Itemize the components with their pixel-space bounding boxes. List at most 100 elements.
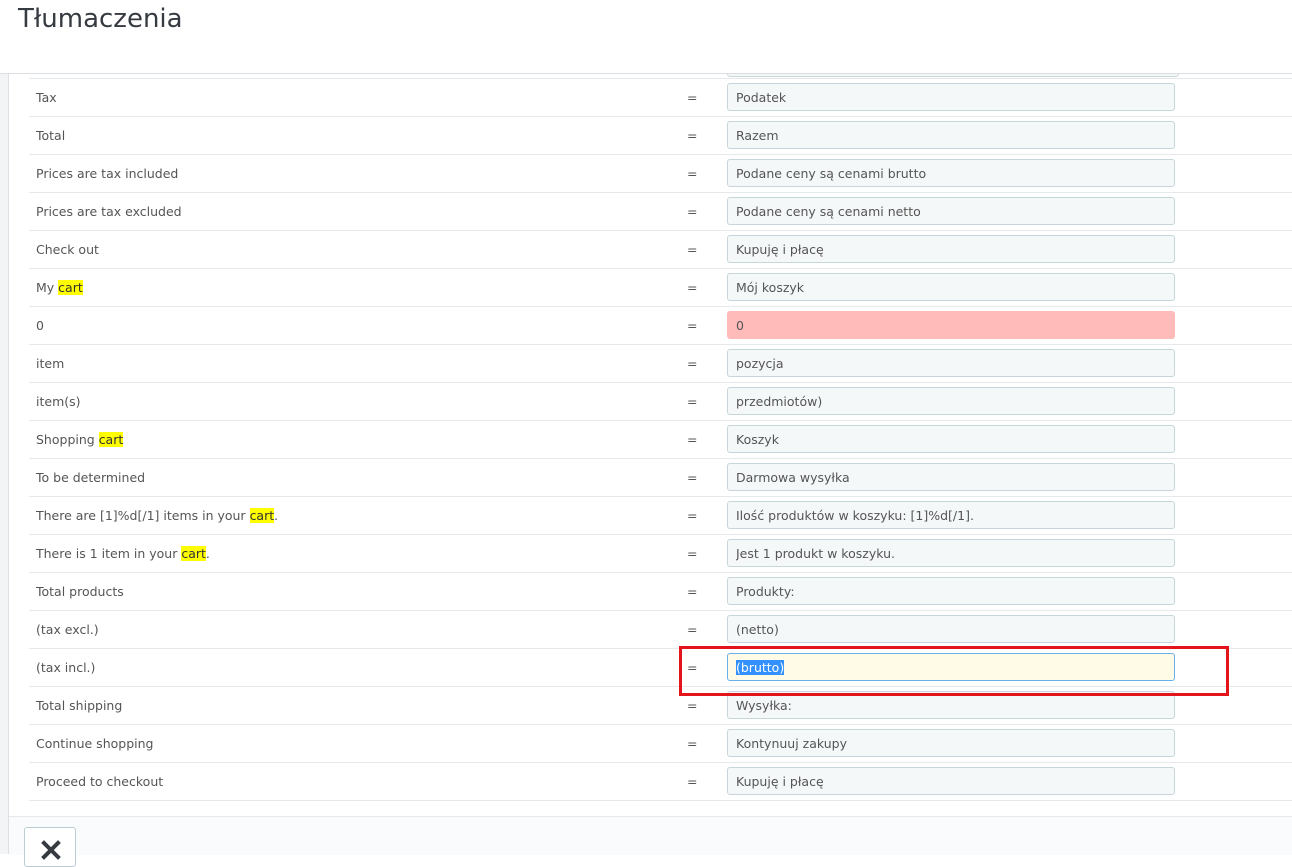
translation-input[interactable] (727, 197, 1175, 225)
translation-row: There is 1 item in your cart. = (29, 535, 1292, 573)
translation-input[interactable] (727, 387, 1175, 415)
equals-separator: = (687, 774, 698, 789)
close-icon (41, 840, 61, 860)
source-text: Prices are tax included (36, 166, 179, 181)
source-string: To be determined (36, 459, 145, 496)
source-text: Continue shopping (36, 736, 154, 751)
translation-row: Total products = (29, 573, 1292, 611)
translation-input[interactable] (727, 121, 1175, 149)
source-string: Continue shopping (36, 725, 153, 762)
translation-input[interactable] (727, 235, 1175, 263)
source-text: There are [1]%d[/1] items in your (36, 508, 250, 523)
source-string: (tax incl.) (36, 649, 95, 686)
translation-row: item(s) = (29, 383, 1292, 421)
equals-separator: = (687, 394, 698, 409)
source-string: Prices are tax excluded (36, 193, 182, 230)
source-text: Total (36, 128, 66, 143)
equals-separator: = (687, 546, 698, 561)
translation-input[interactable] (727, 425, 1175, 453)
translation-row: Prices are tax included = (29, 155, 1292, 193)
source-string: 0 (36, 307, 44, 344)
source-text: 0 (36, 318, 44, 333)
source-string: There is 1 item in your cart. (36, 535, 210, 572)
source-string: Check out (36, 231, 99, 268)
page-header: Tłumaczenia (0, 0, 1292, 74)
search-match-highlight: cart (58, 280, 83, 295)
focus-highlight-box (679, 646, 1229, 696)
equals-separator: = (687, 508, 698, 523)
translation-row: (tax excl.) = (29, 611, 1292, 649)
translation-row: Total = (29, 117, 1292, 155)
source-string: Total products (36, 573, 124, 610)
close-button[interactable] (24, 827, 76, 867)
search-match-highlight: cart (98, 432, 124, 447)
translation-input[interactable] (727, 729, 1175, 757)
translation-input[interactable] (727, 767, 1175, 795)
source-text: Total products (36, 584, 124, 599)
equals-separator: = (687, 128, 698, 143)
page-title: Tłumaczenia (18, 4, 183, 34)
source-text: Proceed to checkout (36, 774, 164, 789)
equals-separator: = (687, 584, 698, 599)
source-text: (tax incl.) (36, 660, 96, 675)
equals-separator: = (687, 318, 698, 333)
translation-input[interactable] (727, 273, 1175, 301)
translation-input[interactable] (727, 577, 1175, 605)
source-text: . (205, 546, 210, 561)
translation-input[interactable] (727, 311, 1175, 339)
translation-row: Continue shopping = (29, 725, 1292, 763)
source-string: (tax excl.) (36, 611, 99, 648)
equals-separator: = (687, 356, 698, 371)
source-text: Check out (36, 242, 99, 257)
search-match-highlight: cart (181, 546, 206, 561)
source-text: Prices are tax excluded (36, 204, 182, 219)
translation-input[interactable] (727, 349, 1175, 377)
equals-separator: = (687, 622, 698, 637)
translation-row: 0 = (29, 307, 1292, 345)
translation-row: Check out = (29, 231, 1292, 269)
source-text: item(s) (36, 394, 81, 409)
source-text: My (36, 280, 59, 295)
source-string: item(s) (36, 383, 81, 420)
translation-input[interactable] (727, 615, 1175, 643)
translation-row: My cart = (29, 269, 1292, 307)
translation-row: There are [1]%d[/1] items in your cart. = (29, 497, 1292, 535)
translation-input[interactable] (727, 159, 1175, 187)
translation-row: Prices are tax excluded = (29, 193, 1292, 231)
source-text: . (274, 508, 279, 523)
translation-row: Shopping cart = (29, 421, 1292, 459)
source-text: Total shipping (36, 698, 123, 713)
source-text: There is 1 item in your (36, 546, 182, 561)
equals-separator: = (687, 204, 698, 219)
source-text: item (36, 356, 65, 371)
translation-row: Tax = (29, 79, 1292, 117)
source-string: Total shipping (36, 687, 122, 724)
translation-row: To be determined = (29, 459, 1292, 497)
equals-separator: = (687, 90, 698, 105)
left-rail (0, 74, 9, 854)
source-string: item (36, 345, 64, 382)
translation-input-partial[interactable] (727, 74, 1179, 77)
source-text: Shopping (36, 432, 99, 447)
equals-separator: = (687, 242, 698, 257)
source-string: There are [1]%d[/1] items in your cart. (36, 497, 278, 534)
translation-input[interactable] (727, 463, 1175, 491)
source-text: Tax (36, 90, 57, 105)
source-string: Prices are tax included (36, 155, 178, 192)
equals-separator: = (687, 280, 698, 295)
translation-row: item = (29, 345, 1292, 383)
source-text: (tax excl.) (36, 622, 99, 637)
panel-footer (9, 816, 1292, 867)
translation-input[interactable] (727, 501, 1175, 529)
equals-separator: = (687, 432, 698, 447)
source-string: My cart (36, 269, 83, 306)
source-string: Tax (36, 79, 57, 116)
source-text: To be determined (36, 470, 146, 485)
source-string: Shopping cart (36, 421, 124, 458)
translation-row: Proceed to checkout = (29, 763, 1292, 801)
translation-input[interactable] (727, 539, 1175, 567)
equals-separator: = (687, 736, 698, 751)
source-string: Total (36, 117, 65, 154)
equals-separator: = (687, 166, 698, 181)
translation-input[interactable] (727, 83, 1175, 111)
